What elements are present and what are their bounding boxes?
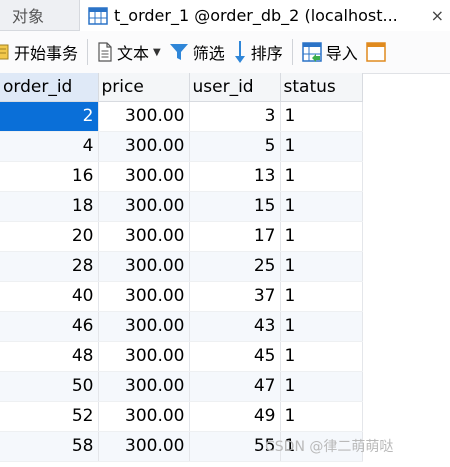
cell-status[interactable]: 1 <box>280 281 363 312</box>
cell-order-id[interactable]: 50 <box>0 371 99 402</box>
document-icon <box>98 42 112 62</box>
column-header-user-id[interactable]: user_id <box>189 73 281 102</box>
cell-price[interactable]: 300.00 <box>98 371 190 402</box>
sort-button[interactable]: 排序 <box>229 36 287 68</box>
data-grid: order_id price user_id status 2 300.00 3 1 4… <box>0 73 363 462</box>
table-row[interactable]: 50 300.00 47 1 <box>0 371 363 402</box>
table-icon <box>88 6 108 25</box>
grid-header-row: order_id price user_id status <box>0 73 363 102</box>
watermark: CSDN @律二萌萌哒 <box>265 439 394 455</box>
column-header-price[interactable]: price <box>98 73 190 102</box>
table-row[interactable]: 46 300.00 43 1 <box>0 311 363 342</box>
table-row[interactable]: 48 300.00 45 1 <box>0 341 363 372</box>
cell-user-id[interactable]: 49 <box>189 401 281 432</box>
column-header-status[interactable]: status <box>280 73 363 102</box>
column-header-order-id[interactable]: order_id <box>0 73 99 102</box>
cell-user-id[interactable]: 17 <box>189 221 281 252</box>
import-label: 导入 <box>325 44 358 63</box>
cell-price[interactable]: 300.00 <box>98 281 190 312</box>
cell-user-id[interactable]: 47 <box>189 371 281 402</box>
cell-price[interactable]: 300.00 <box>98 251 190 282</box>
cell-price[interactable]: 300.00 <box>98 221 190 252</box>
transaction-icon <box>0 44 9 60</box>
tab-title: t_order_1 @order_db_2 (localhost... <box>114 6 398 25</box>
import-icon <box>302 42 322 62</box>
filter-button[interactable]: 筛选 <box>165 36 229 68</box>
table-row[interactable]: 2 300.00 3 1 <box>0 101 363 132</box>
cell-status[interactable]: 1 <box>280 161 363 192</box>
cell-status[interactable]: 1 <box>280 341 363 372</box>
cell-price[interactable]: 300.00 <box>98 431 190 462</box>
cell-order-id[interactable]: 46 <box>0 311 99 342</box>
begin-transaction-label: 开始事务 <box>14 44 79 63</box>
cell-order-id[interactable]: 52 <box>0 401 99 432</box>
cell-user-id[interactable]: 13 <box>189 161 281 192</box>
cell-user-id[interactable]: 45 <box>189 341 281 372</box>
cell-status[interactable]: 1 <box>280 401 363 432</box>
cell-status[interactable]: 1 <box>280 101 363 132</box>
tab-table-t-order-1[interactable]: t_order_1 @order_db_2 (localhost... × <box>80 0 450 31</box>
export-button[interactable] <box>362 36 390 68</box>
table-row[interactable]: 16 300.00 13 1 <box>0 161 363 192</box>
toolbar-divider <box>291 39 293 65</box>
filter-icon <box>169 44 188 60</box>
tab-objects-label: 对象 <box>12 7 45 26</box>
cell-user-id[interactable]: 3 <box>189 101 281 132</box>
table-row[interactable]: 20 300.00 17 1 <box>0 221 363 252</box>
cell-order-id[interactable]: 40 <box>0 281 99 312</box>
cell-user-id[interactable]: 43 <box>189 311 281 342</box>
filter-label: 筛选 <box>192 44 225 63</box>
table-row[interactable]: 28 300.00 25 1 <box>0 251 363 282</box>
export-icon <box>366 42 386 62</box>
table-row[interactable]: 52 300.00 49 1 <box>0 401 363 432</box>
grid-body: 2 300.00 3 1 4 300.00 5 1 16 300.00 13 1 18 300.00 15 1… <box>0 101 363 462</box>
cell-order-id[interactable]: 16 <box>0 161 99 192</box>
cell-price[interactable]: 300.00 <box>98 401 190 432</box>
chevron-down-icon: ▼ <box>153 46 161 58</box>
cell-status[interactable]: 1 <box>280 131 363 162</box>
cell-order-id[interactable]: 4 <box>0 131 99 162</box>
table-row[interactable]: 40 300.00 37 1 <box>0 281 363 312</box>
cell-user-id[interactable]: 25 <box>189 251 281 282</box>
cell-price[interactable]: 300.00 <box>98 341 190 372</box>
sort-icon <box>234 41 245 63</box>
cell-price[interactable]: 300.00 <box>98 101 190 132</box>
cell-price[interactable]: 300.00 <box>98 161 190 192</box>
cell-user-id[interactable]: 15 <box>189 191 281 222</box>
cell-status[interactable]: 1 <box>280 311 363 342</box>
table-row[interactable]: 18 300.00 15 1 <box>0 191 363 222</box>
cell-status[interactable]: 1 <box>280 221 363 252</box>
cell-user-id[interactable]: 5 <box>189 131 281 162</box>
cell-user-id[interactable]: 37 <box>189 281 281 312</box>
table-row[interactable]: 4 300.00 5 1 <box>0 131 363 162</box>
toolbar-divider <box>87 39 89 65</box>
tab-bar: 对象 t_order_1 @order_db_2 (localhost... × <box>0 0 450 31</box>
cell-order-id[interactable]: 20 <box>0 221 99 252</box>
cell-order-id[interactable]: 48 <box>0 341 99 372</box>
cell-price[interactable]: 300.00 <box>98 131 190 162</box>
toolbar: 开始事务 文本 ▼ 筛选 排序 导入 <box>0 31 450 74</box>
tab-objects[interactable]: 对象 <box>0 0 80 30</box>
cell-price[interactable]: 300.00 <box>98 311 190 342</box>
cell-order-id[interactable]: 18 <box>0 191 99 222</box>
sort-label: 排序 <box>250 44 283 63</box>
cell-order-id[interactable]: 2 <box>0 101 99 132</box>
cell-order-id[interactable]: 58 <box>0 431 99 462</box>
text-label: 文本 <box>117 44 150 63</box>
cell-status[interactable]: 1 <box>280 371 363 402</box>
begin-transaction-button[interactable]: 开始事务 <box>0 36 82 68</box>
text-button[interactable]: 文本 ▼ <box>93 36 165 68</box>
import-button[interactable]: 导入 <box>298 36 362 68</box>
cell-price[interactable]: 300.00 <box>98 191 190 222</box>
close-icon[interactable]: × <box>431 6 444 25</box>
cell-status[interactable]: 1 <box>280 251 363 282</box>
cell-order-id[interactable]: 28 <box>0 251 99 282</box>
cell-status[interactable]: 1 <box>280 191 363 222</box>
